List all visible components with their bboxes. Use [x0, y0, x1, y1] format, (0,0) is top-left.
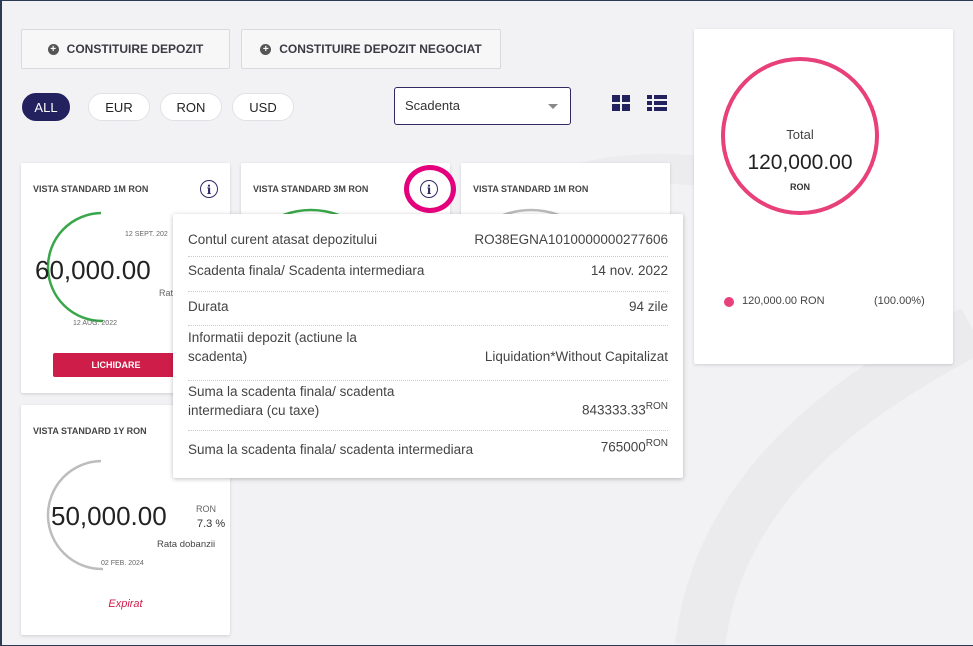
- tooltip-row: Contul curent atasat depozitului RO38EGN…: [188, 232, 668, 257]
- tooltip-row: Informatii depozit (actiune la scadenta)…: [188, 330, 668, 381]
- start-date: 02 FEB. 2024: [101, 560, 144, 567]
- plus-circle-icon: +: [260, 43, 272, 55]
- tooltip-label: Scadenta finala/ Scadenta intermediara: [188, 263, 425, 278]
- legend-dot: [724, 297, 734, 307]
- interest-rate: 7.3 %: [197, 518, 226, 530]
- card-title: VISTA STANDARD 3M RON: [253, 184, 369, 194]
- chevron-down-icon: [548, 104, 558, 109]
- card-title: VISTA STANDARD 1M RON: [473, 184, 589, 194]
- tooltip-value: Liquidation*Without Capitalizat: [484, 349, 668, 364]
- constituire-depozit-negociat-button[interactable]: + CONSTITUIRE DEPOZIT NEGOCIAT: [241, 29, 501, 69]
- filter-ron[interactable]: RON: [160, 93, 222, 121]
- tooltip-value: 94 zile: [628, 299, 668, 314]
- rate-label: Rata dobanzii: [157, 539, 216, 550]
- tooltip-value: RO38EGNA1010000000277606: [474, 232, 668, 247]
- status-expired: Expirat: [108, 598, 143, 610]
- constituire-depozit-button[interactable]: + CONSTITUIRE DEPOZIT: [21, 29, 230, 69]
- tooltip-label: Contul curent atasat depozitului: [188, 232, 378, 247]
- deposit-amount: 50,000.00: [51, 501, 167, 531]
- tooltip-value: 843333.33RON: [581, 401, 668, 418]
- filter-all[interactable]: ALL: [22, 93, 70, 121]
- legend-percent: (100.00%): [874, 295, 925, 307]
- filter-eur[interactable]: EUR: [88, 93, 150, 121]
- filter-usd[interactable]: USD: [232, 93, 294, 121]
- tooltip-value: 765000RON: [600, 438, 668, 455]
- card-title: VISTA STANDARD 1Y RON: [33, 426, 147, 436]
- grid-view-icon[interactable]: [612, 95, 630, 111]
- tooltip-label: Suma la scadenta finala/ scadenta: [188, 384, 395, 399]
- tooltip-row: Durata 94 zile: [188, 299, 668, 326]
- maturity-date: 12 SEPT. 202: [125, 231, 168, 238]
- total-amount: 120,000.00: [747, 151, 853, 174]
- tooltip-label: Informatii depozit (actiune la: [188, 330, 357, 345]
- tooltip-value: 14 nov. 2022: [590, 263, 668, 278]
- info-icon[interactable]: i: [200, 180, 218, 198]
- legend-amount: 120,000.00 RON: [742, 295, 825, 307]
- tooltip-row: Suma la scadenta finala/ scadenta interm…: [188, 384, 668, 431]
- tooltip-row: Suma la scadenta finala/ scadenta interm…: [188, 438, 668, 462]
- tooltip-label: intermediara (cu taxe): [188, 403, 320, 418]
- rate-label: Rat: [159, 288, 174, 298]
- card-title: VISTA STANDARD 1M RON: [33, 184, 149, 194]
- tooltip-label: Durata: [188, 299, 229, 314]
- list-view-icon[interactable]: [647, 95, 667, 111]
- total-label: Total: [786, 127, 814, 142]
- constituire-depozit-label: CONSTITUIRE DEPOZIT: [66, 42, 204, 56]
- constituire-depozit-negociat-label: CONSTITUIRE DEPOZIT NEGOCIAT: [279, 42, 482, 56]
- sort-select[interactable]: Scadenta: [394, 87, 571, 125]
- info-icon[interactable]: i: [420, 180, 438, 198]
- lichidare-button[interactable]: LICHIDARE: [53, 353, 179, 377]
- total-currency: RON: [790, 182, 810, 192]
- tooltip-row: Scadenta finala/ Scadenta intermediara 1…: [188, 263, 668, 292]
- deposit-amount: 60,000.00: [35, 255, 151, 285]
- total-summary-card: Total 120,000.00 RON 120,000.00 RON (100…: [694, 29, 953, 364]
- plus-circle-icon: +: [47, 43, 59, 55]
- deposit-info-tooltip: Contul curent atasat depozitului RO38EGN…: [173, 214, 683, 478]
- tooltip-label: scadenta): [188, 349, 248, 364]
- sort-select-value: Scadenta: [405, 98, 460, 113]
- start-date: 12 AUG. 2022: [73, 320, 117, 327]
- currency-label: RON: [196, 504, 216, 514]
- tooltip-label: Suma la scadenta finala/ scadenta interm…: [188, 442, 474, 457]
